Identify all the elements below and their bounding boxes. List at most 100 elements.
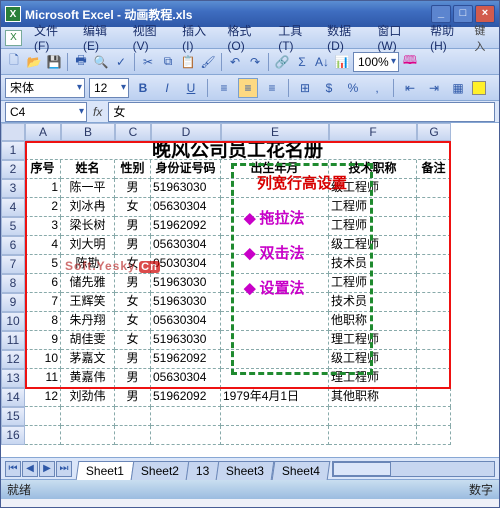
formula-bar[interactable]: 女 bbox=[108, 102, 495, 122]
preview-icon[interactable]: 🔍 bbox=[92, 52, 110, 72]
bold-button[interactable]: B bbox=[133, 78, 153, 98]
cell[interactable]: 茅嘉文 bbox=[61, 350, 115, 369]
cell[interactable]: 男 bbox=[115, 388, 151, 407]
cell[interactable]: 51962092 bbox=[151, 388, 221, 407]
col-header-B[interactable]: B bbox=[61, 123, 115, 141]
cell[interactable]: 女 bbox=[115, 312, 151, 331]
spelling-icon[interactable]: ✓ bbox=[112, 52, 130, 72]
chart-icon[interactable]: 📊 bbox=[333, 52, 351, 72]
select-all-corner[interactable] bbox=[1, 123, 25, 141]
cell[interactable]: 男 bbox=[115, 179, 151, 198]
cell[interactable] bbox=[221, 407, 329, 426]
cell[interactable]: 女 bbox=[115, 331, 151, 350]
cell[interactable] bbox=[417, 217, 451, 236]
open-file-icon[interactable]: 📂 bbox=[25, 52, 43, 72]
cell[interactable] bbox=[25, 426, 61, 445]
cell[interactable]: 11 bbox=[25, 369, 61, 388]
help-icon[interactable]: 🕮 bbox=[401, 52, 419, 72]
cell[interactable]: 05630304 bbox=[151, 198, 221, 217]
cell[interactable]: 12 bbox=[25, 388, 61, 407]
align-right-icon[interactable]: ≡ bbox=[262, 78, 282, 98]
menu-edit[interactable]: 编辑(E) bbox=[83, 22, 121, 53]
copy-icon[interactable]: ⧉ bbox=[159, 52, 177, 72]
cell[interactable]: 1979年4月1日 bbox=[221, 388, 329, 407]
cell[interactable]: 05630304 bbox=[151, 236, 221, 255]
row-header-13[interactable]: 13 bbox=[1, 369, 25, 388]
cell[interactable]: 性别 bbox=[115, 160, 151, 179]
cell[interactable]: 2 bbox=[25, 198, 61, 217]
maximize-button[interactable]: □ bbox=[453, 5, 473, 23]
row-header-5[interactable]: 5 bbox=[1, 217, 25, 236]
cell[interactable]: 1 bbox=[25, 179, 61, 198]
cell[interactable] bbox=[417, 274, 451, 293]
row-header-6[interactable]: 6 bbox=[1, 236, 25, 255]
tab-first-icon[interactable]: ⏮ bbox=[5, 461, 21, 477]
cell[interactable] bbox=[417, 331, 451, 350]
cell[interactable]: 51962092 bbox=[151, 350, 221, 369]
row-header-3[interactable]: 3 bbox=[1, 179, 25, 198]
undo-icon[interactable]: ↶ bbox=[226, 52, 244, 72]
cell[interactable] bbox=[329, 407, 417, 426]
cell[interactable]: 男 bbox=[115, 350, 151, 369]
row-header-8[interactable]: 8 bbox=[1, 274, 25, 293]
row-header-14[interactable]: 14 bbox=[1, 388, 25, 407]
sheet-tab-Sheet4[interactable]: Sheet4 bbox=[271, 461, 330, 480]
menu-file[interactable]: 文件(F) bbox=[34, 22, 71, 53]
tab-next-icon[interactable]: ▶ bbox=[39, 461, 55, 477]
redo-icon[interactable]: ↷ bbox=[246, 52, 264, 72]
scroll-thumb[interactable] bbox=[333, 462, 391, 476]
cell[interactable]: 4 bbox=[25, 236, 61, 255]
row-header-16[interactable]: 16 bbox=[1, 426, 25, 445]
cell[interactable]: 7 bbox=[25, 293, 61, 312]
save-icon[interactable]: 💾 bbox=[45, 52, 63, 72]
cell[interactable] bbox=[61, 407, 115, 426]
col-header-A[interactable]: A bbox=[25, 123, 61, 141]
row-header-11[interactable]: 11 bbox=[1, 331, 25, 350]
cell[interactable]: 5 bbox=[25, 255, 61, 274]
col-header-G[interactable]: G bbox=[417, 123, 451, 141]
cell[interactable] bbox=[25, 407, 61, 426]
fx-label[interactable]: fx bbox=[93, 105, 102, 119]
cell[interactable] bbox=[151, 426, 221, 445]
tab-last-icon[interactable]: ⏭ bbox=[56, 461, 72, 477]
cell[interactable]: 陈一平 bbox=[61, 179, 115, 198]
cell[interactable] bbox=[329, 426, 417, 445]
indent-dec-icon[interactable]: ⇤ bbox=[400, 78, 420, 98]
horizontal-scrollbar[interactable] bbox=[332, 461, 495, 477]
paste-icon[interactable]: 📋 bbox=[179, 52, 197, 72]
new-file-icon[interactable]: 🗋 bbox=[5, 52, 23, 72]
menu-view[interactable]: 视图(V) bbox=[133, 22, 171, 53]
cell[interactable]: 胡佳雯 bbox=[61, 331, 115, 350]
cell[interactable] bbox=[61, 426, 115, 445]
font-name-combo[interactable]: 宋体 bbox=[5, 78, 85, 98]
cell[interactable] bbox=[417, 426, 451, 445]
cell[interactable]: 其他职称 bbox=[329, 388, 417, 407]
cell[interactable]: 51963030 bbox=[151, 331, 221, 350]
font-size-combo[interactable]: 12 bbox=[89, 78, 129, 98]
cell[interactable]: 男 bbox=[115, 369, 151, 388]
sort-asc-icon[interactable]: A↓ bbox=[313, 52, 331, 72]
indent-inc-icon[interactable]: ⇥ bbox=[424, 78, 444, 98]
cell[interactable]: 姓名 bbox=[61, 160, 115, 179]
cell[interactable] bbox=[417, 407, 451, 426]
sheet-tab-Sheet3[interactable]: Sheet3 bbox=[216, 461, 275, 480]
hyperlink-icon[interactable]: 🔗 bbox=[273, 52, 291, 72]
minimize-button[interactable]: _ bbox=[431, 5, 451, 23]
cell[interactable]: 王辉笑 bbox=[61, 293, 115, 312]
cell[interactable]: 8 bbox=[25, 312, 61, 331]
col-header-E[interactable]: E bbox=[221, 123, 329, 141]
menu-format[interactable]: 格式(O) bbox=[227, 22, 266, 53]
currency-icon[interactable]: $ bbox=[319, 78, 339, 98]
sheet-title[interactable]: 晚风公司员工花名册 bbox=[25, 141, 451, 160]
cell[interactable]: 身份证号码 bbox=[151, 160, 221, 179]
cell[interactable] bbox=[417, 236, 451, 255]
cell[interactable] bbox=[417, 388, 451, 407]
percent-icon[interactable]: % bbox=[343, 78, 363, 98]
cell[interactable] bbox=[417, 350, 451, 369]
cell[interactable] bbox=[417, 369, 451, 388]
italic-button[interactable]: I bbox=[157, 78, 177, 98]
menu-insert[interactable]: 插入(I) bbox=[182, 22, 215, 53]
format-paint-icon[interactable]: 🖌 bbox=[199, 52, 217, 72]
cell[interactable] bbox=[115, 407, 151, 426]
cell[interactable]: 储先雅 bbox=[61, 274, 115, 293]
